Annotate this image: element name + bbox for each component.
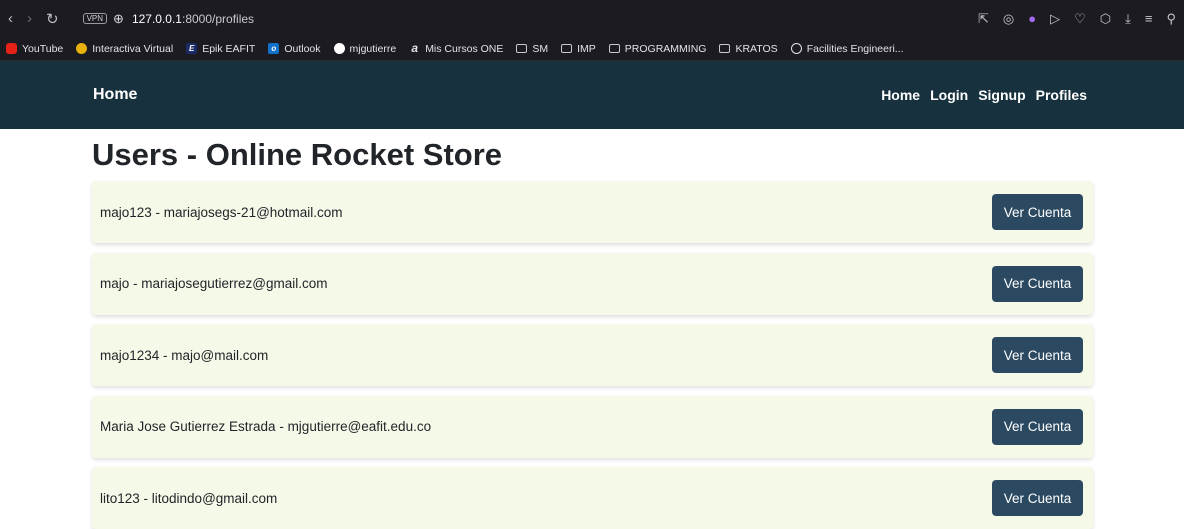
- url-host: 127.0.0.1: [131, 11, 182, 26]
- epik-icon: E: [186, 43, 198, 54]
- bookmark-label: PROGRAMMING: [624, 42, 707, 55]
- bookmark-imp[interactable]: IMP: [561, 43, 596, 55]
- ver-cuenta-button[interactable]: Ver Cuenta: [992, 265, 1083, 302]
- ver-cuenta-button[interactable]: Ver Cuenta: [992, 337, 1083, 373]
- bookmark-github[interactable]: mjgutierre: [333, 42, 397, 55]
- bookmark-interactiva[interactable]: Interactiva Virtual: [76, 43, 173, 55]
- bookmark-label: YouTube: [22, 42, 64, 55]
- bookmark-youtube[interactable]: YouTube: [6, 43, 63, 55]
- nav-link-signup[interactable]: Signup: [978, 87, 1025, 103]
- bookmark-label: Interactiva Virtual: [92, 42, 174, 55]
- folder-icon: [561, 44, 573, 53]
- navbar-brand[interactable]: Home: [93, 86, 137, 104]
- bookmark-label: SM: [532, 42, 549, 55]
- nav-link-profiles[interactable]: Profiles: [1036, 87, 1087, 103]
- back-icon[interactable]: ‹: [8, 10, 13, 27]
- reload-icon[interactable]: ↻: [46, 10, 59, 28]
- app-navbar: Home Home Login Signup Profiles: [0, 61, 1184, 129]
- nav-link-login[interactable]: Login: [930, 87, 968, 103]
- user-card: Maria Jose Gutierrez Estrada - mjgutierr…: [92, 395, 1093, 458]
- profile-icon[interactable]: ⚲: [1166, 11, 1176, 27]
- user-info: lito123 - litodindo@gmail.com: [100, 490, 278, 506]
- bookmark-programming[interactable]: PROGRAMMING: [608, 42, 707, 55]
- send-icon[interactable]: ▷: [1050, 11, 1060, 27]
- mercedes-icon: [790, 43, 802, 54]
- heart-icon[interactable]: ♡: [1074, 11, 1086, 27]
- navbar-links: Home Login Signup Profiles: [881, 87, 1087, 103]
- page-title: Users - Online Rocket Store: [92, 137, 503, 172]
- ver-cuenta-button[interactable]: Ver Cuenta: [992, 194, 1083, 230]
- bookmark-outlook[interactable]: o Outlook: [268, 42, 321, 55]
- folder-icon: [516, 44, 528, 53]
- vpn-badge[interactable]: VPN: [82, 13, 108, 24]
- globe-icon: ⊕: [113, 10, 124, 26]
- bookmarks-bar: YouTube Interactiva Virtual E Epik EAFIT …: [0, 37, 1184, 61]
- cube-icon[interactable]: ⬡: [1100, 11, 1111, 27]
- ver-cuenta-button[interactable]: Ver Cuenta: [992, 408, 1083, 445]
- user-card: majo123 - mariajosegs-21@hotmail.com Ver…: [92, 181, 1093, 243]
- nav-buttons: ‹ › ↻: [8, 10, 59, 28]
- bookmark-mis-cursos[interactable]: a Mis Cursos ONE: [409, 41, 504, 55]
- address-bar[interactable]: 127.0.0.1:8000/profiles: [132, 12, 254, 26]
- user-info: majo1234 - majo@mail.com: [100, 347, 269, 363]
- user-card: majo - mariajosegutierrez@gmail.com Ver …: [92, 252, 1093, 315]
- shield-icon[interactable]: ●: [1028, 11, 1036, 26]
- interactiva-icon: [76, 43, 88, 54]
- outlook-icon: o: [268, 43, 280, 54]
- user-info: majo123 - mariajosegs-21@hotmail.com: [100, 204, 343, 220]
- user-card: lito123 - litodindo@gmail.com Ver Cuenta: [92, 467, 1093, 529]
- bookmark-kratos[interactable]: KRATOS: [719, 42, 778, 55]
- bookmark-label: IMP: [577, 42, 596, 55]
- bookmark-label: Epik EAFIT: [202, 42, 256, 55]
- main-content: Users - Online Rocket Store majo123 - ma…: [0, 137, 1184, 529]
- folder-icon: [719, 44, 731, 53]
- toolbar-icons: ⇱ ◎ ● ▷ ♡ ⬡ ⤓ ≡ ⚲: [978, 11, 1176, 27]
- bookmark-epik[interactable]: E Epik EAFIT: [186, 43, 255, 55]
- bookmark-label: Facilities Engineeri...: [806, 42, 904, 55]
- bookmark-label: Outlook: [284, 42, 321, 55]
- forward-icon[interactable]: ›: [27, 10, 32, 27]
- user-card: majo1234 - majo@mail.com Ver Cuenta: [92, 324, 1093, 386]
- download-icon[interactable]: ⤓: [1125, 11, 1131, 27]
- bookmark-label: Mis Cursos ONE: [425, 42, 504, 55]
- bookmark-label: mjgutierre: [349, 42, 397, 55]
- camera-icon[interactable]: ◎: [1003, 11, 1014, 27]
- github-icon: [333, 43, 345, 54]
- nav-link-home[interactable]: Home: [881, 87, 920, 103]
- ver-cuenta-button[interactable]: Ver Cuenta: [992, 480, 1083, 516]
- share-icon[interactable]: ⇱: [978, 11, 989, 27]
- browser-toolbar: ‹ › ↻ VPN ⊕ 127.0.0.1:8000/profiles ⇱ ◎ …: [0, 0, 1184, 37]
- bookmark-label: KRATOS: [735, 42, 778, 55]
- user-info: Maria Jose Gutierrez Estrada - mjgutierr…: [100, 419, 432, 434]
- user-info: majo - mariajosegutierrez@gmail.com: [100, 276, 328, 291]
- folder-icon: [608, 44, 620, 53]
- youtube-icon: [6, 43, 17, 54]
- menu-icon[interactable]: ≡: [1145, 11, 1153, 26]
- bookmark-facilities[interactable]: Facilities Engineeri...: [790, 42, 904, 55]
- bookmark-sm[interactable]: SM: [516, 43, 548, 55]
- a-icon: a: [411, 41, 419, 55]
- url-path: :8000/profiles: [181, 11, 255, 26]
